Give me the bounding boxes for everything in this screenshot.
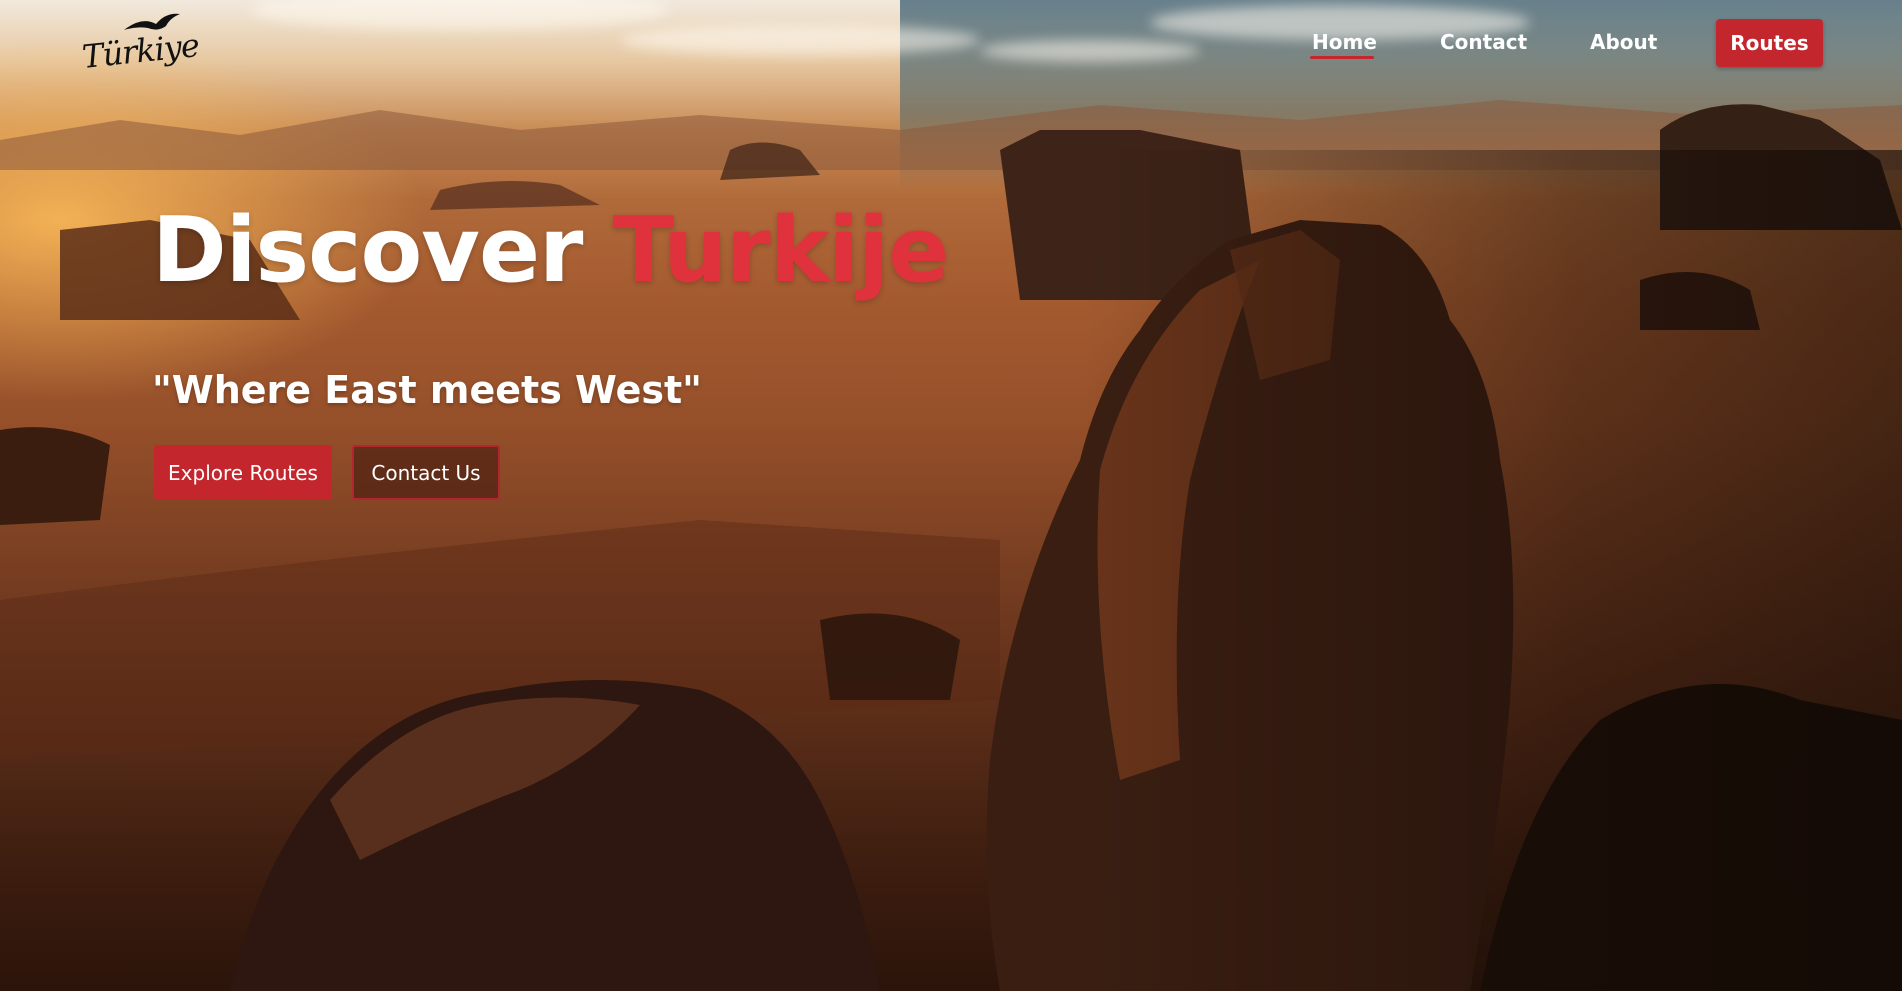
hero-headline: Discover Turkije <box>152 198 950 303</box>
logo-text: Türkiye <box>80 25 201 77</box>
top-navigation: Türkiye Home Contact About Routes <box>0 0 1902 90</box>
logo[interactable]: Türkiye <box>80 10 212 82</box>
hero-tagline: "Where East meets West" <box>152 368 702 412</box>
contact-us-button[interactable]: Contact Us <box>352 445 500 500</box>
shade-overlay <box>1082 150 1902 991</box>
nav-contact-link[interactable]: Contact <box>1440 30 1527 54</box>
active-nav-underline <box>1310 56 1374 59</box>
hero-section: Türkiye Home Contact About Routes Discov… <box>0 0 1902 991</box>
nav-routes-button[interactable]: Routes <box>1716 19 1823 67</box>
headline-accent: Turkije <box>612 198 950 303</box>
explore-routes-button[interactable]: Explore Routes <box>154 445 332 500</box>
nav-about-link[interactable]: About <box>1590 30 1657 54</box>
nav-home-link[interactable]: Home <box>1312 30 1377 54</box>
headline-main: Discover <box>152 198 613 303</box>
